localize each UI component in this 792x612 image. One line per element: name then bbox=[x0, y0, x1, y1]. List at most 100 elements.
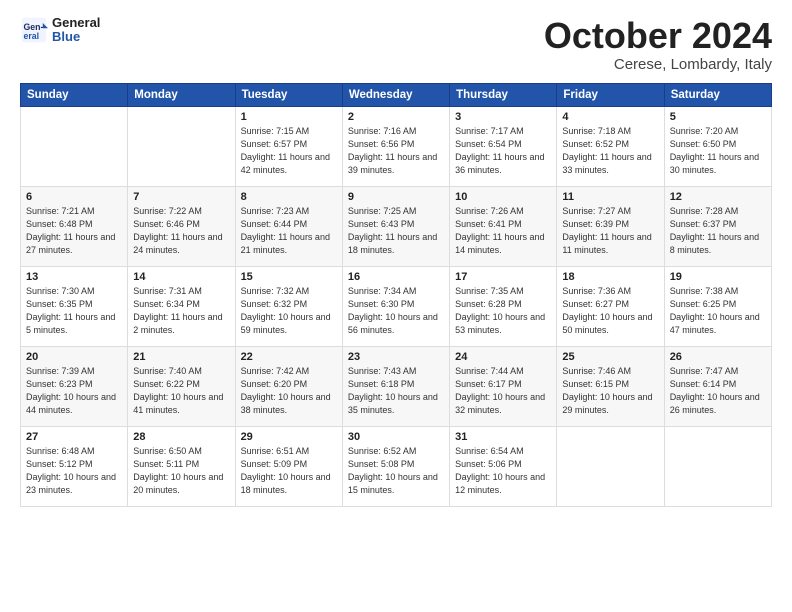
calendar-cell: 15Sunrise: 7:32 AM Sunset: 6:32 PM Dayli… bbox=[235, 266, 342, 346]
calendar-cell: 20 Sunrise: 7:39 AM Sunset: 6:23 PM Dayli… bbox=[21, 346, 128, 426]
day-info: Sunrise: 7:28 AM Sunset: 6:37 PM Dayligh… bbox=[670, 205, 766, 257]
calendar-cell: 14Sunrise: 7:31 AM Sunset: 6:34 PM Dayli… bbox=[128, 266, 235, 346]
weekday-header-thursday: Thursday bbox=[450, 83, 557, 106]
calendar-cell: 1 Sunrise: 7:15 AM Sunset: 6:57 PM Daylig… bbox=[235, 106, 342, 186]
calendar-cell: 22Sunrise: 7:42 AM Sunset: 6:20 PM Dayli… bbox=[235, 346, 342, 426]
day-number: 9 bbox=[348, 191, 444, 203]
day-info: Sunrise: 6:48 AM Sunset: 5:12 PM Dayligh… bbox=[26, 445, 122, 497]
calendar-cell: 6 Sunrise: 7:21 AM Sunset: 6:48 PM Daylig… bbox=[21, 186, 128, 266]
calendar-cell: 13Sunrise: 7:30 AM Sunset: 6:35 PM Dayli… bbox=[21, 266, 128, 346]
calendar-cell: 27Sunrise: 6:48 AM Sunset: 5:12 PM Dayli… bbox=[21, 426, 128, 506]
calendar-cell: 2 Sunrise: 7:16 AM Sunset: 6:56 PM Daylig… bbox=[342, 106, 449, 186]
calendar-cell bbox=[21, 106, 128, 186]
day-info: Sunrise: 7:15 AM Sunset: 6:57 PM Dayligh… bbox=[241, 125, 337, 177]
calendar-cell: 31 Sunrise: 6:54 AM Sunset: 5:06 PM Dayli… bbox=[450, 426, 557, 506]
calendar-cell: 18 Sunrise: 7:36 AM Sunset: 6:27 PM Dayli… bbox=[557, 266, 664, 346]
calendar-cell: 23 Sunrise: 7:43 AM Sunset: 6:18 PM Dayli… bbox=[342, 346, 449, 426]
calendar-week-row: 20 Sunrise: 7:39 AM Sunset: 6:23 PM Dayli… bbox=[21, 346, 772, 426]
day-info: Sunrise: 7:18 AM Sunset: 6:52 PM Dayligh… bbox=[562, 125, 658, 177]
weekday-header-friday: Friday bbox=[557, 83, 664, 106]
day-info: Sunrise: 6:52 AM Sunset: 5:08 PM Dayligh… bbox=[348, 445, 444, 497]
calendar-cell bbox=[557, 426, 664, 506]
calendar-cell: 24 Sunrise: 7:44 AM Sunset: 6:17 PM Dayli… bbox=[450, 346, 557, 426]
logo-line2: Blue bbox=[52, 30, 100, 44]
calendar-cell: 28Sunrise: 6:50 AM Sunset: 5:11 PM Dayli… bbox=[128, 426, 235, 506]
logo-text: General Blue bbox=[52, 16, 100, 45]
day-number: 5 bbox=[670, 111, 766, 123]
header: Gen- eral General Blue October 2024 Cere… bbox=[20, 16, 772, 73]
day-number: 22 bbox=[241, 351, 337, 363]
day-number: 17 bbox=[455, 271, 551, 283]
weekday-header-row: SundayMondayTuesdayWednesdayThursdayFrid… bbox=[21, 83, 772, 106]
day-info: Sunrise: 7:44 AM Sunset: 6:17 PM Dayligh… bbox=[455, 365, 551, 417]
calendar-cell: 19 Sunrise: 7:38 AM Sunset: 6:25 PM Dayli… bbox=[664, 266, 771, 346]
weekday-header-monday: Monday bbox=[128, 83, 235, 106]
day-info: Sunrise: 7:16 AM Sunset: 6:56 PM Dayligh… bbox=[348, 125, 444, 177]
calendar-week-row: 1 Sunrise: 7:15 AM Sunset: 6:57 PM Daylig… bbox=[21, 106, 772, 186]
day-number: 19 bbox=[670, 271, 766, 283]
logo: Gen- eral General Blue bbox=[20, 16, 100, 45]
day-number: 26 bbox=[670, 351, 766, 363]
location-subtitle: Cerese, Lombardy, Italy bbox=[544, 56, 772, 73]
calendar-cell: 8 Sunrise: 7:23 AM Sunset: 6:44 PM Daylig… bbox=[235, 186, 342, 266]
day-info: Sunrise: 7:27 AM Sunset: 6:39 PM Dayligh… bbox=[562, 205, 658, 257]
day-number: 29 bbox=[241, 431, 337, 443]
day-info: Sunrise: 7:40 AM Sunset: 6:22 PM Dayligh… bbox=[133, 365, 229, 417]
logo-line1: General bbox=[52, 16, 100, 30]
calendar-table: SundayMondayTuesdayWednesdayThursdayFrid… bbox=[20, 83, 772, 507]
day-number: 11 bbox=[562, 191, 658, 203]
day-info: Sunrise: 7:21 AM Sunset: 6:48 PM Dayligh… bbox=[26, 205, 122, 257]
day-info: Sunrise: 7:35 AM Sunset: 6:28 PM Dayligh… bbox=[455, 285, 551, 337]
day-number: 2 bbox=[348, 111, 444, 123]
calendar-cell: 11 Sunrise: 7:27 AM Sunset: 6:39 PM Dayli… bbox=[557, 186, 664, 266]
weekday-header-sunday: Sunday bbox=[21, 83, 128, 106]
weekday-header-tuesday: Tuesday bbox=[235, 83, 342, 106]
calendar-cell bbox=[664, 426, 771, 506]
day-info: Sunrise: 6:51 AM Sunset: 5:09 PM Dayligh… bbox=[241, 445, 337, 497]
day-number: 21 bbox=[133, 351, 229, 363]
calendar-cell: 12 Sunrise: 7:28 AM Sunset: 6:37 PM Dayli… bbox=[664, 186, 771, 266]
day-info: Sunrise: 7:20 AM Sunset: 6:50 PM Dayligh… bbox=[670, 125, 766, 177]
calendar-cell: 16Sunrise: 7:34 AM Sunset: 6:30 PM Dayli… bbox=[342, 266, 449, 346]
day-number: 3 bbox=[455, 111, 551, 123]
calendar-cell: 5 Sunrise: 7:20 AM Sunset: 6:50 PM Daylig… bbox=[664, 106, 771, 186]
calendar-cell bbox=[128, 106, 235, 186]
day-number: 23 bbox=[348, 351, 444, 363]
day-info: Sunrise: 7:39 AM Sunset: 6:23 PM Dayligh… bbox=[26, 365, 122, 417]
calendar-week-row: 13Sunrise: 7:30 AM Sunset: 6:35 PM Dayli… bbox=[21, 266, 772, 346]
day-number: 1 bbox=[241, 111, 337, 123]
day-info: Sunrise: 7:38 AM Sunset: 6:25 PM Dayligh… bbox=[670, 285, 766, 337]
calendar-cell: 30 Sunrise: 6:52 AM Sunset: 5:08 PM Dayli… bbox=[342, 426, 449, 506]
calendar-body: 1 Sunrise: 7:15 AM Sunset: 6:57 PM Daylig… bbox=[21, 106, 772, 506]
weekday-header-wednesday: Wednesday bbox=[342, 83, 449, 106]
day-info: Sunrise: 7:46 AM Sunset: 6:15 PM Dayligh… bbox=[562, 365, 658, 417]
day-number: 7 bbox=[133, 191, 229, 203]
day-number: 16 bbox=[348, 271, 444, 283]
weekday-header-saturday: Saturday bbox=[664, 83, 771, 106]
day-number: 20 bbox=[26, 351, 122, 363]
day-number: 8 bbox=[241, 191, 337, 203]
title-block: October 2024 Cerese, Lombardy, Italy bbox=[544, 16, 772, 73]
day-info: Sunrise: 7:43 AM Sunset: 6:18 PM Dayligh… bbox=[348, 365, 444, 417]
day-number: 25 bbox=[562, 351, 658, 363]
day-number: 18 bbox=[562, 271, 658, 283]
day-info: Sunrise: 7:30 AM Sunset: 6:35 PM Dayligh… bbox=[26, 285, 122, 337]
day-info: Sunrise: 7:36 AM Sunset: 6:27 PM Dayligh… bbox=[562, 285, 658, 337]
calendar-cell: 7 Sunrise: 7:22 AM Sunset: 6:46 PM Daylig… bbox=[128, 186, 235, 266]
calendar-cell: 29 Sunrise: 6:51 AM Sunset: 5:09 PM Dayli… bbox=[235, 426, 342, 506]
calendar-week-row: 6 Sunrise: 7:21 AM Sunset: 6:48 PM Daylig… bbox=[21, 186, 772, 266]
page: Gen- eral General Blue October 2024 Cere… bbox=[0, 0, 792, 517]
day-info: Sunrise: 7:26 AM Sunset: 6:41 PM Dayligh… bbox=[455, 205, 551, 257]
day-number: 24 bbox=[455, 351, 551, 363]
day-number: 6 bbox=[26, 191, 122, 203]
calendar-cell: 17 Sunrise: 7:35 AM Sunset: 6:28 PM Dayli… bbox=[450, 266, 557, 346]
day-number: 31 bbox=[455, 431, 551, 443]
day-info: Sunrise: 6:54 AM Sunset: 5:06 PM Dayligh… bbox=[455, 445, 551, 497]
day-number: 12 bbox=[670, 191, 766, 203]
day-info: Sunrise: 7:22 AM Sunset: 6:46 PM Dayligh… bbox=[133, 205, 229, 257]
day-number: 30 bbox=[348, 431, 444, 443]
day-info: Sunrise: 7:23 AM Sunset: 6:44 PM Dayligh… bbox=[241, 205, 337, 257]
day-info: Sunrise: 7:31 AM Sunset: 6:34 PM Dayligh… bbox=[133, 285, 229, 337]
logo-icon: Gen- eral bbox=[20, 16, 48, 44]
calendar-cell: 25 Sunrise: 7:46 AM Sunset: 6:15 PM Dayli… bbox=[557, 346, 664, 426]
